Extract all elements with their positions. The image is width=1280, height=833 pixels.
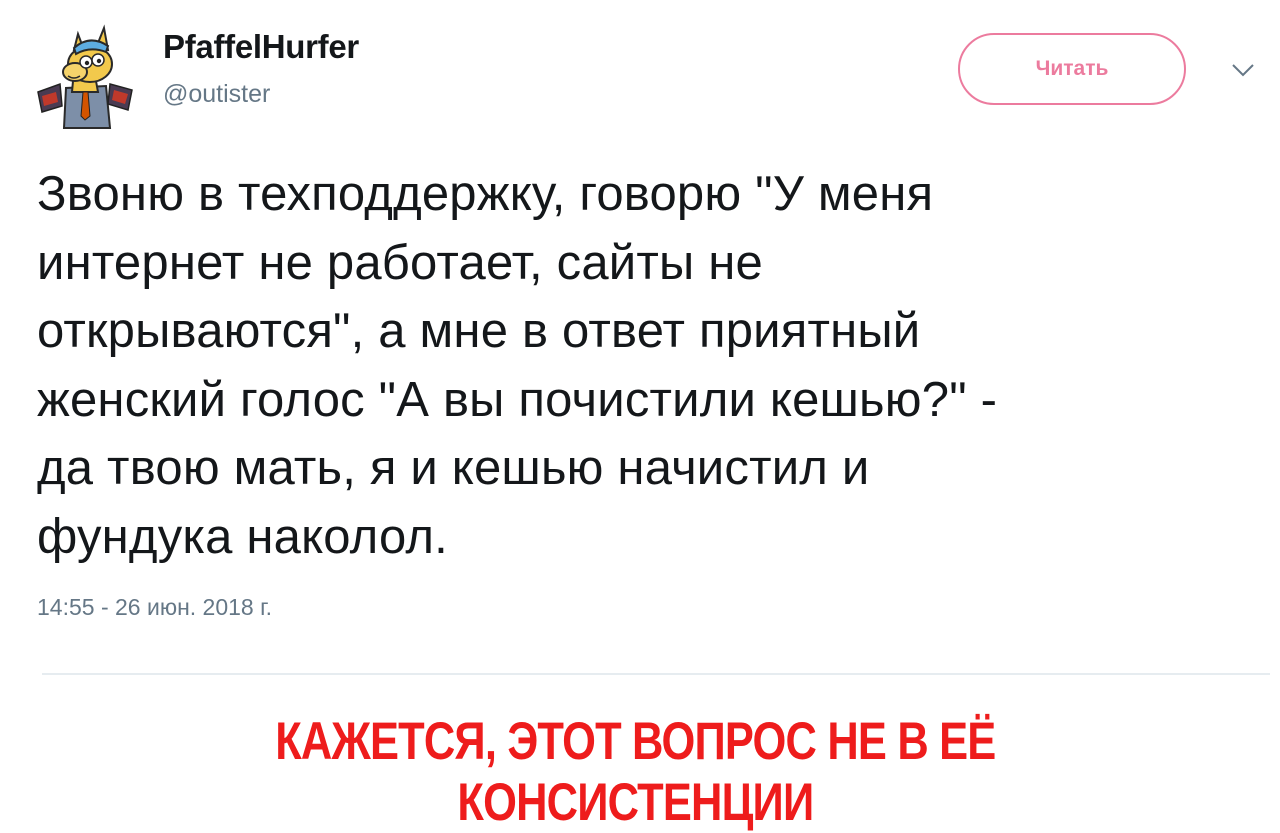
divider: [42, 673, 1270, 675]
tweet-timestamp[interactable]: 14:55 - 26 июн. 2018 г.: [37, 594, 272, 621]
author-avatar[interactable]: [28, 20, 138, 130]
follow-button[interactable]: Читать: [958, 33, 1186, 105]
cartoon-llama-avatar-icon: [37, 24, 133, 129]
tweet-card: PfaffelHurfer @outister Читать Звоню в т…: [0, 0, 1280, 680]
author-handle[interactable]: @outister: [163, 80, 270, 109]
tweet-text: Звоню в техподдержку, говорю "У меня инт…: [37, 167, 998, 564]
author-display-name[interactable]: PfaffelHurfer: [163, 28, 359, 66]
chevron-down-icon: [1232, 64, 1254, 77]
meme-caption: КАЖЕТСЯ, ЭТОТ ВОПРОС НЕ В ЕЁ КОНСИСТЕНЦИ…: [275, 712, 996, 832]
tweet-menu-button[interactable]: [1230, 60, 1256, 80]
